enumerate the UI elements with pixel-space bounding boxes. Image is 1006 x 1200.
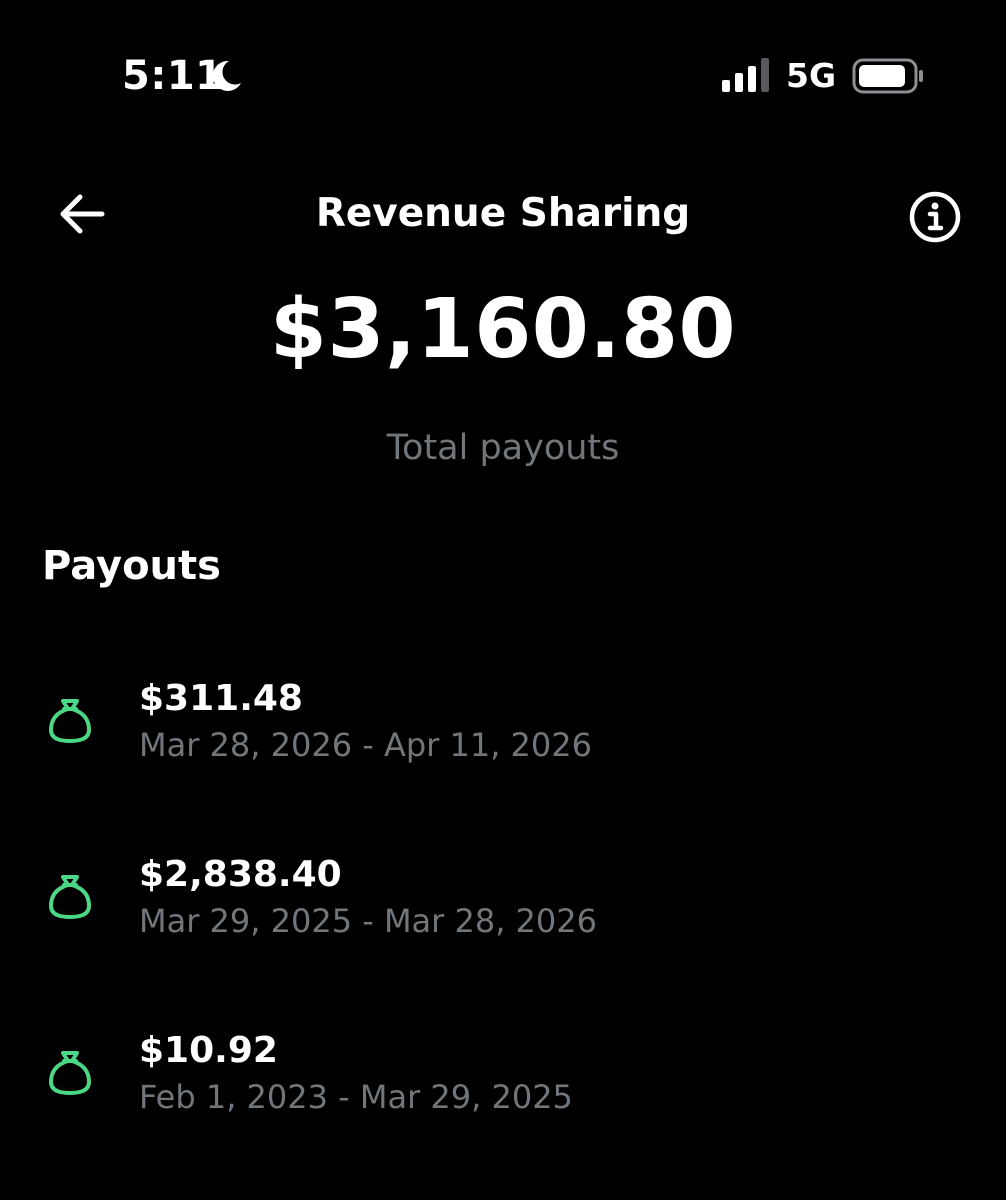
payout-amount: $2,838.40 [139, 854, 342, 895]
info-icon [909, 191, 961, 243]
payout-item[interactable]: $2,838.40 Mar 29, 2025 - Mar 28, 2026 [0, 836, 1006, 1012]
moneybag-icon [49, 699, 91, 743]
payout-period: Mar 28, 2026 - Apr 11, 2026 [139, 726, 592, 764]
total-payouts-label: Total payouts [386, 428, 620, 468]
payouts-heading: Payouts [42, 543, 221, 589]
moneybag-icon [49, 1051, 91, 1095]
moon-icon [212, 60, 241, 91]
cellular-signal-icon [722, 58, 769, 92]
payout-period: Mar 29, 2025 - Mar 28, 2026 [139, 902, 597, 940]
payout-period: Feb 1, 2023 - Mar 29, 2025 [139, 1078, 573, 1116]
payout-list: $311.48 Mar 28, 2026 - Apr 11, 2026 $2,8… [0, 660, 1006, 1188]
moneybag-icon [49, 875, 91, 919]
total-payouts-amount: $3,160.80 [269, 282, 737, 377]
battery-icon [852, 58, 923, 94]
network-type: 5G [786, 56, 837, 95]
status-bar: 5:11 5G [0, 0, 1006, 150]
info-button[interactable] [906, 188, 964, 246]
payout-amount: $10.92 [139, 1030, 278, 1071]
page-title: Revenue Sharing [315, 191, 691, 236]
payout-amount: $311.48 [139, 678, 303, 719]
payout-item[interactable]: $10.92 Feb 1, 2023 - Mar 29, 2025 [0, 1012, 1006, 1188]
payout-item[interactable]: $311.48 Mar 28, 2026 - Apr 11, 2026 [0, 660, 1006, 836]
